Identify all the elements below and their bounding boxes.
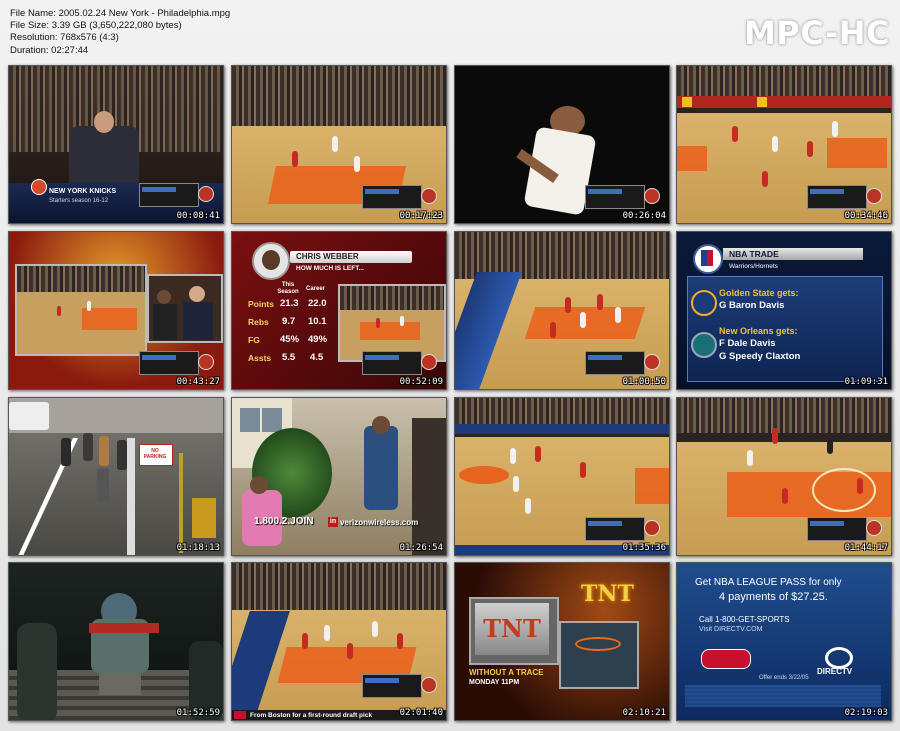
stat-value: 21.3 (280, 298, 299, 309)
stat-value: 10.1 (308, 316, 327, 327)
scorebug (362, 674, 437, 698)
thumbnail-6[interactable]: CHRIS WEBBER HOW MUCH IS LEFT... This Se… (231, 231, 447, 390)
scorebug (807, 517, 882, 541)
trade-title: NBA TRADE (729, 249, 779, 259)
player-headshot (252, 242, 290, 280)
stat-value: 49% (308, 334, 328, 345)
timestamp: 02:01:40 (399, 708, 443, 718)
no-player-1: F Dale Davis (719, 338, 776, 349)
stat-value: 4.5 (310, 352, 324, 363)
file-info: File Name: 2005.02.24 New York - Philade… (10, 8, 230, 57)
timestamp: 00:34:46 (844, 211, 888, 221)
no-player-2: G Speedy Claxton (719, 351, 801, 362)
timestamp: 01:09:31 (844, 377, 888, 387)
nba-ticker-icon (234, 711, 246, 719)
thumbnail-11[interactable]: 01:35:36 (454, 397, 670, 556)
stat-panel-title: CHRIS WEBBER (296, 252, 359, 261)
timestamp: 01:52:59 (176, 708, 220, 718)
timestamp: 00:52:09 (399, 377, 443, 387)
thumbnail-9[interactable]: NO PARKING 01:18:13 (8, 397, 224, 556)
stat-panel-subtitle: HOW MUCH IS LEFT... (296, 265, 364, 272)
thumbnail-13[interactable]: 01:52:59 (8, 562, 224, 721)
scorebug (139, 183, 214, 207)
stat-label: Assts (248, 353, 272, 363)
timestamp: 02:19:03 (844, 708, 888, 718)
scorebug (585, 185, 660, 209)
timestamp: 01:35:36 (622, 543, 666, 553)
timestamp: 01:00:50 (622, 377, 666, 387)
directv-logo-text: DIRECTV (817, 667, 853, 676)
timestamp: 00:08:41 (176, 211, 220, 221)
stat-value: 5.5 (282, 352, 296, 363)
timestamp: 02:10:21 (622, 708, 666, 718)
street-sign: NO PARKING (143, 448, 167, 460)
thumbnail-15[interactable]: TNT TNT WITHOUT A TRACE MONDAY 11PM 02:1… (454, 562, 670, 721)
scorebug (362, 351, 437, 375)
file-size: File Size: 3.39 GB (3,650,222,080 bytes) (10, 20, 182, 32)
timestamp: 00:26:04 (622, 211, 666, 221)
league-pass-line-2: 4 payments of $27.25. (719, 591, 828, 603)
gs-gets: Golden State gets: (719, 288, 799, 298)
thumbnail-3[interactable]: 00:26:04 (454, 65, 670, 224)
file-name: File Name: 2005.02.24 New York - Philade… (10, 8, 231, 19)
ad-url: verizonwireless.com (340, 518, 419, 527)
resolution: Resolution: 768x576 (4:3) (10, 32, 119, 44)
thumbnail-2[interactable]: 00:17:23 (231, 65, 447, 224)
directv-logo-icon (825, 647, 853, 669)
thumbnail-16[interactable]: Get NBA LEAGUE PASS for only 4 payments … (676, 562, 892, 721)
basketball-hoop-icon (575, 637, 621, 651)
tnt-logo: TNT (581, 581, 634, 607)
col-header-season: This Season (277, 282, 299, 295)
scorebug (585, 517, 660, 541)
warriors-logo-icon (691, 290, 717, 316)
team-caption: NEW YORK KNICKS (49, 188, 117, 195)
stat-label: Rebs (248, 317, 269, 327)
league-pass-phone: Call 1-800-GET-SPORTS (699, 615, 790, 624)
thumbnail-10[interactable]: 1.800.2.JOIN in verizonwireless.com 01:2… (231, 397, 447, 556)
hornets-logo-icon (691, 332, 717, 358)
duration: Duration: 02:27:44 (10, 44, 89, 56)
team-logo-icon (31, 179, 47, 195)
show-time: MONDAY 11PM (469, 679, 520, 686)
thumbnail-5[interactable]: 00:43:27 (8, 231, 224, 390)
col-header-career: Career (306, 286, 326, 292)
league-pass-line-1: Get NBA LEAGUE PASS for only (695, 577, 842, 588)
offer-ends: Offer ends 3/22/05 (759, 675, 809, 681)
app-logo: MPC-HC (743, 14, 890, 52)
stat-label: Points (248, 299, 274, 309)
scorebug (585, 351, 660, 375)
stat-value: 45% (280, 334, 300, 345)
scorebug (139, 351, 214, 375)
team-sub: Starters season 16-12 (49, 198, 109, 204)
no-gets: New Orleans gets: (719, 326, 798, 336)
thumbnail-14[interactable]: From Boston for a first-round draft pick… (231, 562, 447, 721)
thumbnail-8[interactable]: NBA TRADE Warriors/Hornets Golden State … (676, 231, 892, 390)
ad-phone: 1.800.2.JOIN (254, 516, 314, 527)
scorebug (362, 185, 437, 209)
in-logo-icon: in (328, 517, 338, 527)
timestamp: 01:26:54 (399, 543, 443, 553)
timestamp: 00:17:23 (399, 211, 443, 221)
stat-value: 22.0 (308, 298, 327, 309)
stat-value: 9.7 (282, 316, 296, 327)
league-pass-url: Visit DIRECTV.COM (699, 626, 763, 633)
scorebug (807, 185, 882, 209)
league-pass-logo-icon (701, 649, 751, 669)
thumbnail-7[interactable]: 01:00:50 (454, 231, 670, 390)
ticker-text: From Boston for a first-round draft pick (250, 712, 373, 719)
thumbnail-12[interactable]: 01:44:17 (676, 397, 892, 556)
thumbnail-4[interactable]: 00:34:46 (676, 65, 892, 224)
timestamp: 00:43:27 (176, 377, 220, 387)
thumbnail-1[interactable]: NEW YORK KNICKS Starters season 16-12 00… (8, 65, 224, 224)
nba-logo-icon (693, 244, 723, 274)
timestamp: 01:44:17 (844, 543, 888, 553)
stat-label: FG (248, 335, 260, 345)
show-title: WITHOUT A TRACE (469, 668, 544, 677)
timestamp: 01:18:13 (176, 543, 220, 553)
trade-subtitle: Warriors/Hornets (729, 263, 778, 270)
gs-player-1: G Baron Davis (719, 300, 785, 311)
